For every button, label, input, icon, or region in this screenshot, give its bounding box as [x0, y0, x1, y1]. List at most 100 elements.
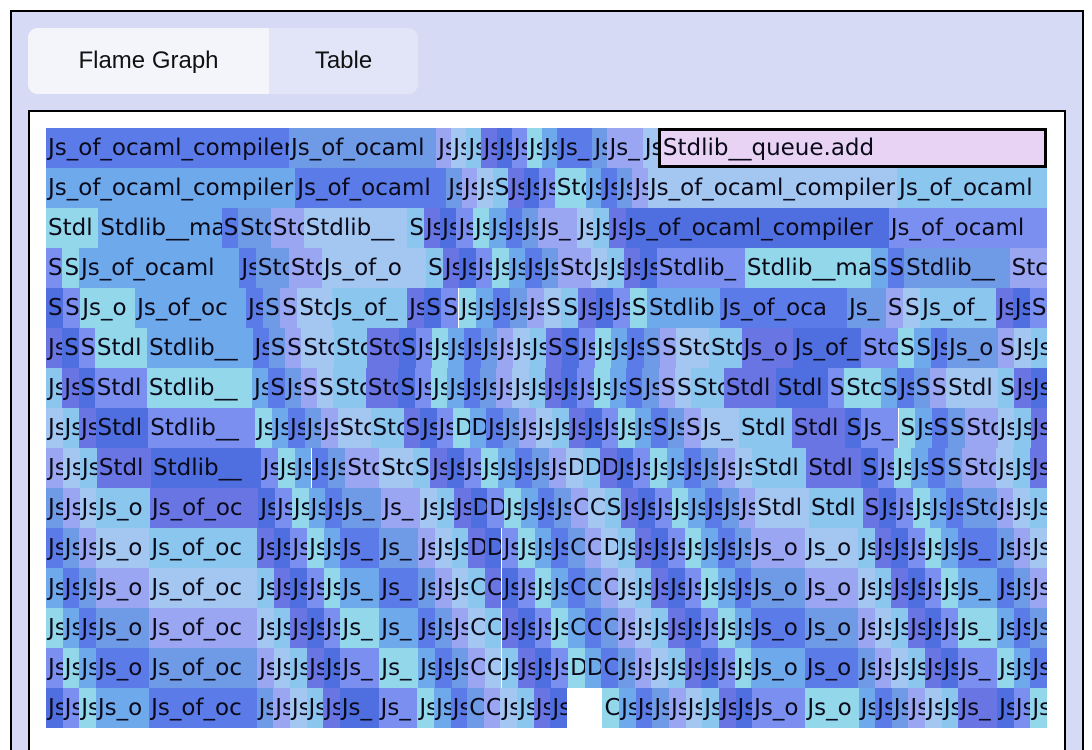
- flame-frame[interactable]: Js: [619, 688, 636, 728]
- flame-frame[interactable]: Stdl: [752, 448, 807, 488]
- flame-frame[interactable]: Js: [705, 488, 722, 528]
- flame-frame[interactable]: Stdlib__: [904, 248, 1010, 288]
- flame-frame[interactable]: Js: [475, 288, 493, 328]
- flame-frame[interactable]: D: [487, 488, 505, 528]
- flame-frame[interactable]: S: [643, 328, 661, 368]
- flame-frame[interactable]: Js: [632, 168, 648, 208]
- flame-frame[interactable]: D: [470, 488, 488, 528]
- flame-frame[interactable]: Js: [633, 448, 651, 488]
- flame-frame[interactable]: Js: [505, 208, 522, 248]
- flame-frame[interactable]: Js: [874, 608, 892, 648]
- flame-frame[interactable]: Stdlib__: [147, 328, 253, 368]
- flame-frame[interactable]: Js: [1030, 368, 1047, 408]
- flame-frame[interactable]: Js: [496, 368, 513, 408]
- flame-frame[interactable]: S: [441, 288, 459, 328]
- flame-frame[interactable]: Js: [668, 648, 685, 688]
- flame-frame[interactable]: S: [545, 328, 563, 368]
- flame-frame[interactable]: Stc: [558, 248, 591, 288]
- flame-frame[interactable]: S: [604, 488, 622, 528]
- flame-frame[interactable]: Js: [79, 408, 96, 448]
- flame-frame[interactable]: Js: [431, 328, 449, 368]
- flame-frame[interactable]: S: [898, 408, 915, 448]
- flame-frame[interactable]: Js: [591, 248, 608, 288]
- flame-frame[interactable]: Js: [496, 128, 512, 168]
- flame-frame[interactable]: Js: [1013, 568, 1031, 608]
- flame-frame[interactable]: Js_: [700, 408, 739, 448]
- flame-frame[interactable]: Js: [79, 448, 97, 488]
- flame-frame[interactable]: Js_o: [804, 528, 859, 568]
- flame-frame[interactable]: Js: [618, 568, 635, 608]
- flame-frame[interactable]: Js: [307, 568, 324, 608]
- flame-frame[interactable]: Js: [290, 648, 308, 688]
- flame-frame[interactable]: Js_: [379, 568, 419, 608]
- flame-frame[interactable]: Js_: [557, 128, 593, 168]
- flame-frame[interactable]: Stc: [345, 448, 380, 488]
- flame-frame[interactable]: Js: [46, 688, 63, 728]
- flame-frame[interactable]: S: [492, 168, 509, 208]
- flame-frame[interactable]: Js: [551, 608, 569, 648]
- flame-frame[interactable]: Js: [551, 568, 569, 608]
- flame-frame[interactable]: Stc: [844, 368, 882, 408]
- flame-frame[interactable]: Js: [434, 528, 452, 568]
- flame-frame[interactable]: Js: [1013, 488, 1031, 528]
- flame-frame[interactable]: Js: [585, 408, 602, 448]
- flame-frame[interactable]: Stc: [691, 368, 724, 408]
- flame-frame[interactable]: Js: [896, 488, 913, 528]
- flame-frame[interactable]: Stdlib__: [148, 408, 255, 448]
- flame-frame[interactable]: Js: [668, 608, 685, 648]
- flame-frame[interactable]: Js: [551, 528, 569, 568]
- flame-frame[interactable]: Stdl: [809, 488, 863, 528]
- flame-frame[interactable]: D: [568, 648, 585, 688]
- flame-frame[interactable]: Js: [718, 528, 735, 568]
- flame-frame[interactable]: Js: [612, 288, 630, 328]
- flame-frame[interactable]: S: [407, 208, 424, 248]
- flame-frame[interactable]: Js: [304, 408, 321, 448]
- flame-frame[interactable]: S: [903, 288, 921, 328]
- flame-frame[interactable]: Js: [418, 648, 435, 688]
- flame-frame[interactable]: Js: [874, 568, 892, 608]
- flame-frame[interactable]: Js_of_ocaml: [295, 168, 447, 208]
- flame-frame[interactable]: Js: [492, 248, 509, 288]
- flame-frame[interactable]: Js: [651, 528, 669, 568]
- flame-frame[interactable]: Js_of_ocaml_compiler: [46, 128, 289, 168]
- flame-frame[interactable]: Stdlib__map: [744, 248, 872, 288]
- flame-frame[interactable]: Js: [475, 248, 493, 288]
- flame-frame[interactable]: S: [426, 248, 443, 288]
- flame-frame[interactable]: Js_of_oc: [149, 608, 258, 648]
- flame-frame[interactable]: Js: [701, 528, 719, 568]
- flame-frame[interactable]: Js: [621, 488, 639, 528]
- flame-frame[interactable]: Js: [294, 448, 312, 488]
- flame-frame[interactable]: Js: [62, 688, 80, 728]
- flame-frame[interactable]: D: [599, 448, 617, 488]
- flame-frame[interactable]: Js: [466, 128, 482, 168]
- flame-frame[interactable]: Js: [291, 488, 309, 528]
- flame-frame[interactable]: Js: [554, 488, 572, 528]
- flame-frame[interactable]: Js: [511, 128, 527, 168]
- flame-frame[interactable]: Stdl: [806, 448, 861, 488]
- flame-frame[interactable]: Js: [288, 408, 305, 448]
- flame-frame[interactable]: Js: [308, 488, 326, 528]
- flame-frame[interactable]: Js: [481, 128, 497, 168]
- flame-frame[interactable]: Js: [924, 528, 942, 568]
- flame-frame[interactable]: Js: [638, 488, 655, 528]
- flame-frame[interactable]: Js: [273, 648, 291, 688]
- flame-frame[interactable]: Js_of_ocaml_compiler: [625, 208, 889, 248]
- flame-frame[interactable]: Stdl: [791, 408, 845, 448]
- flame-frame[interactable]: Js: [79, 528, 96, 568]
- flame-frame[interactable]: Js_o: [752, 688, 806, 728]
- flame-frame[interactable]: Js: [290, 528, 308, 568]
- flame-frame[interactable]: Js: [446, 168, 462, 208]
- flame-frame[interactable]: Js: [1013, 528, 1031, 568]
- flame-frame[interactable]: Js_: [958, 608, 997, 648]
- flame-frame[interactable]: Stdlib__map: [98, 208, 222, 248]
- flame-frame[interactable]: Js_o: [804, 568, 859, 608]
- flame-frame[interactable]: Js: [407, 288, 425, 328]
- flame-frame[interactable]: S: [881, 368, 898, 408]
- flame-frame[interactable]: Js: [618, 408, 635, 448]
- flame-frame[interactable]: Js: [433, 688, 451, 728]
- flame-frame[interactable]: Stc: [334, 328, 367, 368]
- flame-frame[interactable]: Js: [451, 528, 469, 568]
- flame-frame[interactable]: S: [913, 368, 930, 408]
- flame-frame[interactable]: C: [467, 688, 484, 728]
- flame-frame[interactable]: Js: [651, 648, 669, 688]
